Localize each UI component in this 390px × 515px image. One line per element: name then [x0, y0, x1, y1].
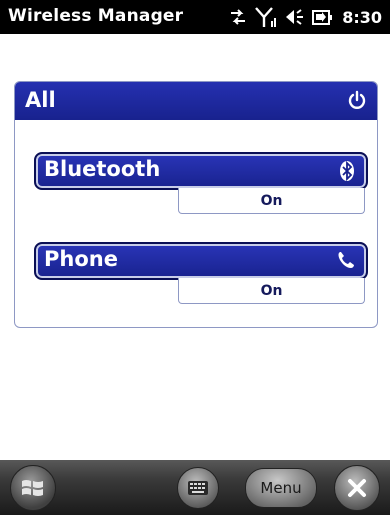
windows-start-icon [22, 480, 43, 496]
bluetooth-button[interactable]: Bluetooth [34, 152, 368, 190]
signal-icon[interactable] [255, 6, 277, 28]
wireless-panel: All Bluetooth On Phone On [14, 81, 378, 328]
volume-icon[interactable] [284, 7, 304, 27]
power-icon [347, 90, 367, 114]
menu-button[interactable]: Menu [245, 468, 317, 508]
keyboard-icon [188, 481, 208, 495]
data-sync-icon[interactable] [228, 7, 248, 27]
close-icon [348, 479, 366, 497]
phone-button[interactable]: Phone [34, 242, 368, 280]
bluetooth-icon [338, 160, 356, 186]
keyboard-button[interactable] [177, 467, 219, 509]
phone-label: Phone [44, 247, 118, 271]
start-button[interactable] [10, 465, 56, 511]
bluetooth-label: Bluetooth [44, 157, 161, 181]
clock[interactable]: 8:30 [342, 8, 382, 27]
phone-status: On [178, 278, 365, 304]
app-title: Wireless Manager [8, 6, 184, 26]
bluetooth-status: On [178, 188, 365, 214]
bluetooth-status-text: On [260, 193, 283, 209]
battery-charging-icon[interactable] [311, 7, 333, 27]
all-toggle-button[interactable]: All [15, 82, 377, 120]
title-bar: Wireless Manager 8:30 [0, 0, 390, 34]
all-label: All [25, 88, 56, 112]
taskbar: Menu [0, 460, 390, 515]
phone-icon [336, 250, 356, 274]
phone-status-text: On [260, 283, 283, 299]
status-icons[interactable]: 8:30 [228, 6, 382, 28]
close-button[interactable] [334, 465, 380, 511]
